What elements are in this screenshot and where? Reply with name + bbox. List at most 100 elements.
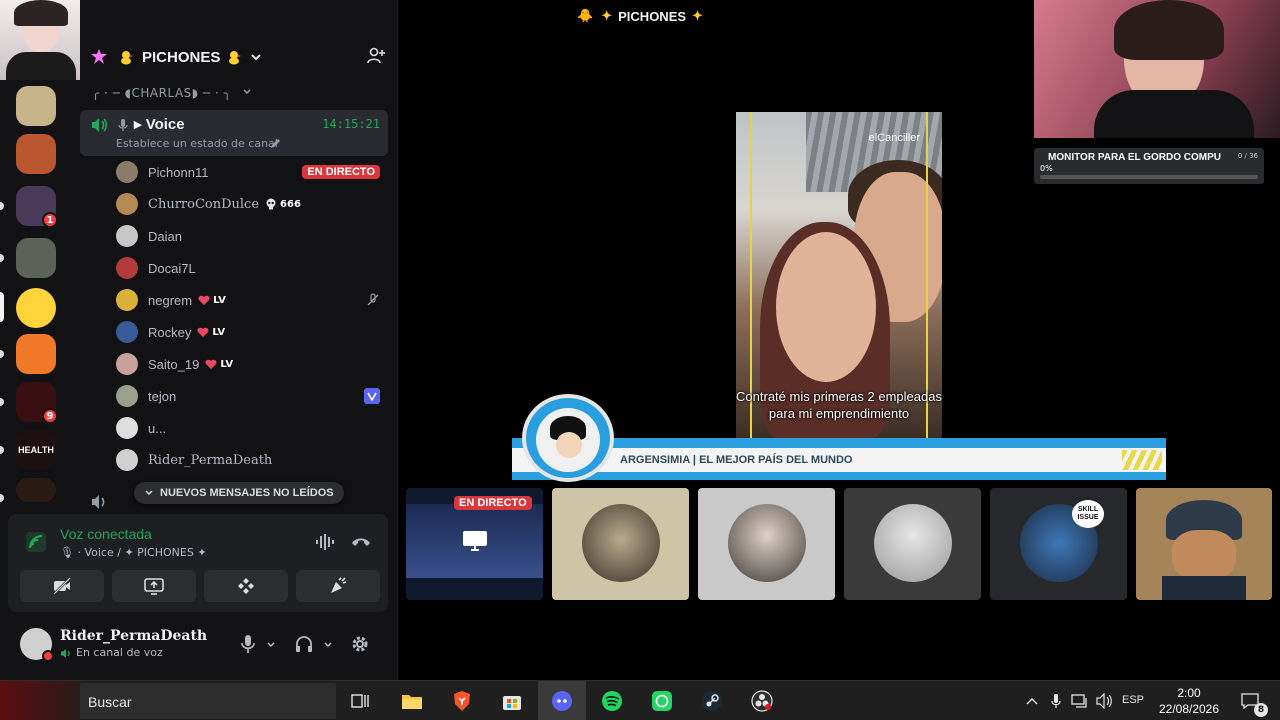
mention-badge: 1 [42,212,58,228]
volume-icon[interactable] [1090,687,1118,715]
participant-tile[interactable]: SKILL ISSUE [990,488,1127,600]
steam-icon[interactable] [698,687,726,715]
language-indicator[interactable]: ESP [1122,694,1144,706]
member-tag: 666 [265,198,301,210]
speaker-icon [90,117,108,133]
voice-member[interactable]: Rockey LV [116,318,388,346]
camera-off-icon [53,577,71,595]
goal-count: 0 / 36 [1237,152,1258,160]
connection-signal-icon[interactable] [24,530,48,554]
voice-member[interactable]: ChurroConDulce 666 [116,190,388,218]
speaker-icon [90,494,108,510]
server-icon[interactable] [16,478,56,502]
notification-center-icon[interactable]: 8 [1236,687,1268,717]
voice-member[interactable]: tejon [116,382,388,410]
whatsapp-icon[interactable] [648,687,676,715]
participant-tile-stream[interactable]: EN DIRECTO [406,488,543,600]
channel-status-placeholder[interactable]: Establece un estado de canal [116,137,278,150]
channel-sidebar: PICHONES ╭ · ─ ◖CHARLAS◗ ─ · ╮ ▸ Voice 1… [8,0,398,680]
avatar [116,161,138,183]
category-name: CHARLAS [131,86,192,100]
category-decoration: ◗ ─ · ╮ [191,86,232,100]
category-decoration: ╭ · ─ ◖ [92,86,132,100]
screen-share-button[interactable] [112,570,196,602]
voice-connected-label[interactable]: Voz conectada [60,526,152,542]
task-view-icon[interactable] [346,687,374,715]
voice-member[interactable]: u... [116,414,388,442]
search-box[interactable]: Buscar [80,683,336,719]
server-icon[interactable] [16,86,56,126]
file-explorer-icon[interactable] [398,687,426,715]
soundboard-button[interactable] [296,570,380,602]
discord-icon[interactable] [548,687,576,715]
voice-member[interactable]: Saito_19 LV [116,350,388,378]
server-health[interactable]: HEALTH [16,430,56,470]
member-tag: LV [205,358,233,370]
obs-icon[interactable] [748,687,776,715]
chevron-down-icon [242,87,252,97]
chevron-down-icon[interactable] [266,640,276,650]
username[interactable]: Rider_PermaDeath [60,628,207,644]
speaker-icon [60,648,72,659]
activities-icon [238,578,254,594]
server-icon[interactable] [16,238,56,278]
unread-indicator [0,494,4,502]
voice-timer: 14:15:21 [322,117,380,131]
voice-member[interactable]: Rider_PermaDeath [116,446,388,474]
invite-people-icon[interactable] [366,46,386,66]
disconnect-icon[interactable] [350,534,372,550]
server-icon[interactable] [16,334,56,374]
settings-gear-icon[interactable] [350,634,370,654]
member-name: ChurroConDulce [148,196,260,212]
camera-off-button[interactable] [20,570,104,602]
microsoft-store-icon[interactable] [498,687,526,715]
participant-tile[interactable] [552,488,689,600]
pencil-icon[interactable] [270,138,281,149]
new-unread-messages-button[interactable]: NUEVOS MENSAJES NO LEÍDOS [134,482,344,504]
participant-tile[interactable] [1136,488,1272,600]
server-icon[interactable]: 9 [16,382,58,424]
member-name: Rockey [148,324,192,340]
video-watermark: elCanciller [868,132,920,144]
chevron-down-icon[interactable] [250,51,262,63]
voice-location[interactable]: 🎙 · Voice / ✦ PICHONES ✦ [60,546,207,559]
microphone-icon[interactable] [240,634,256,654]
avatar [116,225,138,247]
chevron-down-icon[interactable] [323,640,333,650]
member-name: tejon [148,388,177,404]
avatar [116,321,138,343]
spotify-icon[interactable] [598,687,626,715]
heart-icon [197,327,209,337]
voice-member[interactable]: Daian [116,222,388,250]
channel-category[interactable]: ╭ · ─ ◖CHARLAS◗ ─ · ╮ [92,86,252,100]
unread-indicator [0,202,4,210]
brave-browser-icon[interactable] [448,687,476,715]
unread-indicator [0,254,4,262]
screen-share-icon [462,530,488,552]
shared-video[interactable]: elCanciller Contraté mis primeras 2 empl… [736,112,942,440]
voice-channel-name: ▸ Voice [134,116,185,133]
stream-thumbnail [0,681,80,720]
server-icon[interactable] [16,134,56,174]
mic-muted-icon [366,293,380,307]
server-folder[interactable]: 1 [16,186,58,228]
voice-member[interactable]: Docai7L [116,254,388,282]
member-name: u... [148,420,167,436]
headphones-icon[interactable] [294,634,314,654]
server-header[interactable]: PICHONES [80,34,398,80]
system-clock[interactable]: 2:00 22/08/2026 [1150,685,1228,717]
status-dnd-icon [42,650,54,662]
server-pichones[interactable] [16,288,56,328]
soundboard-wave-icon[interactable] [314,532,336,552]
avatar [116,289,138,311]
voice-member[interactable]: negrem LV [116,286,388,314]
participant-tile[interactable] [698,488,835,600]
goal-progress-bar [1040,175,1258,179]
participant-tile[interactable] [844,488,981,600]
voice-channel-voice[interactable]: ▸ Voice 14:15:21 Establece un estado de … [80,110,388,156]
chevron-down-icon [145,490,153,496]
stage-title: 🐥 ✦ PICHONES ✦ [570,6,710,26]
activities-button[interactable] [204,570,288,602]
avatar [874,504,952,582]
voice-member[interactable]: Pichonn11 EN DIRECTO [116,158,388,186]
